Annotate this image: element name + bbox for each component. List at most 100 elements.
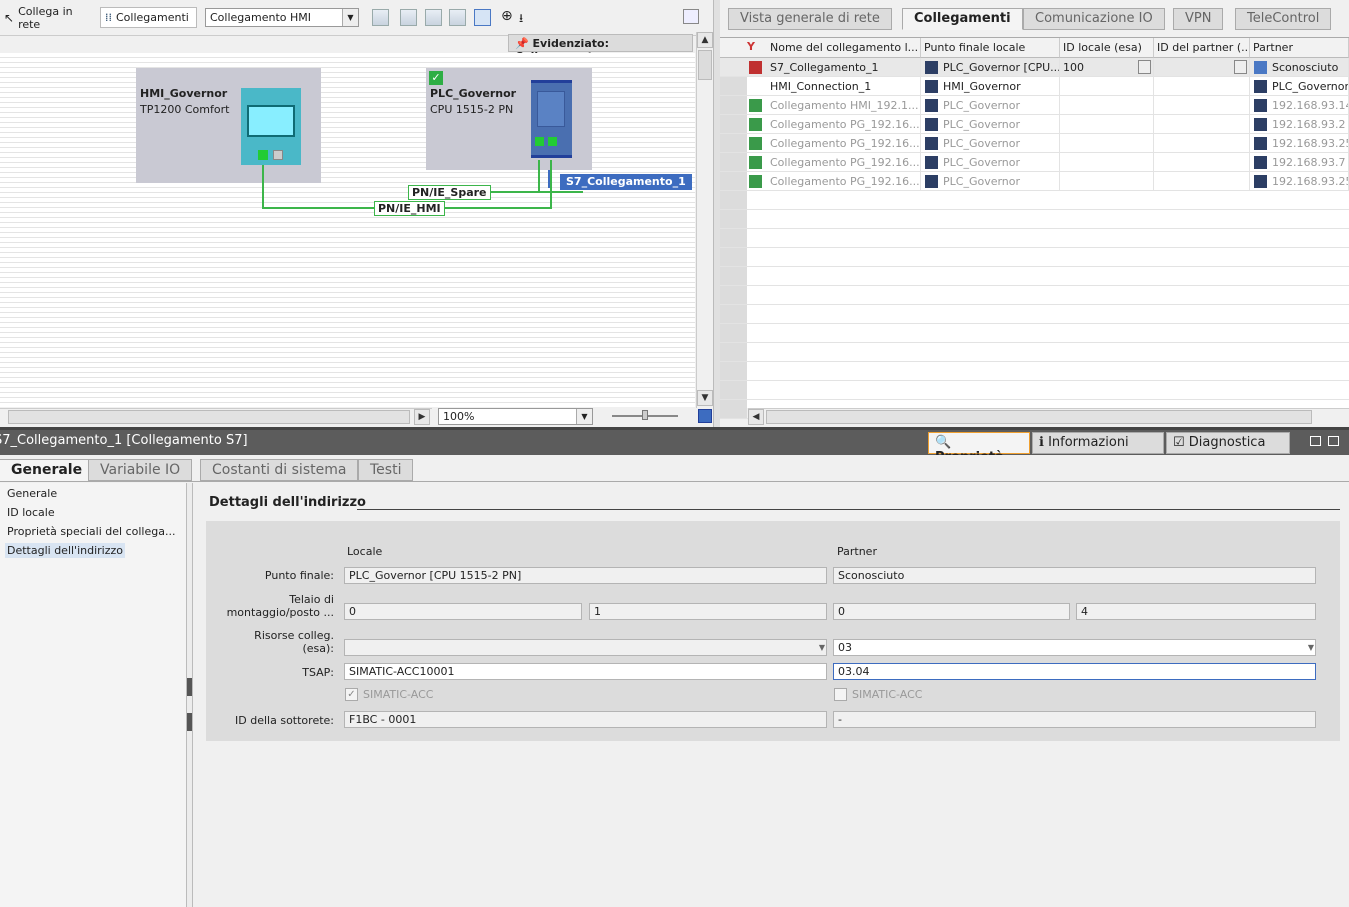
table-row[interactable] (720, 248, 1349, 267)
table-row[interactable] (720, 305, 1349, 324)
cell-name[interactable]: Collegamento PG_192.16... (767, 134, 921, 153)
cell-partner-id[interactable] (1154, 77, 1250, 96)
partner-rack-field: 0 (833, 603, 1070, 620)
network-label-spare[interactable]: PN/IE_Spare (408, 185, 491, 200)
connection-label[interactable]: S7_Collegamento_1 (560, 174, 692, 190)
table-row[interactable]: HMI_Connection_1 HMI_Governor PLC_Governor (720, 77, 1349, 96)
horizontal-scrollbar[interactable]: ▶ (0, 408, 432, 425)
table-row[interactable] (720, 267, 1349, 286)
device-icon (925, 61, 938, 74)
table-row[interactable]: Collegamento HMI_192.1... PLC_Governor 192… (720, 96, 1349, 115)
id-selector-icon[interactable] (1234, 60, 1247, 74)
table-row[interactable]: Collegamento PG_192.16... PLC_Governor 192… (720, 172, 1349, 191)
restore-window-icon[interactable] (1310, 436, 1321, 446)
cell-partner-id[interactable] (1154, 153, 1250, 172)
nav-local-id[interactable]: ID locale (5, 505, 57, 520)
cell-name[interactable]: Collegamento PG_192.16... (767, 115, 921, 134)
cell-name[interactable]: Collegamento PG_192.16... (767, 153, 921, 172)
cell-local-id[interactable] (1060, 96, 1154, 115)
table-row[interactable] (720, 210, 1349, 229)
cell-local-id[interactable] (1060, 134, 1154, 153)
partner-resources-select[interactable]: 03 ▼ (833, 639, 1316, 656)
cell-name[interactable]: HMI_Connection_1 (767, 77, 921, 96)
zoom-slider-thumb[interactable] (642, 410, 648, 420)
tab-vpn[interactable]: VPN (1173, 8, 1224, 30)
table-hscrollbar[interactable]: ◀ (748, 408, 1349, 425)
cell-local-endpoint[interactable]: PLC_Governor (921, 115, 1060, 134)
partner-simatic-checkbox[interactable] (834, 688, 847, 701)
local-simatic-checkbox[interactable]: ✓ (345, 688, 358, 701)
tab-connections[interactable]: Collegamenti (902, 8, 1023, 30)
scroll-down-icon[interactable]: ▼ (697, 390, 713, 406)
scroll-left-icon[interactable]: ◀ (748, 409, 764, 425)
vertical-scrollbar[interactable]: ▲ ▼ (696, 32, 713, 408)
hscroll-thumb[interactable] (8, 410, 410, 424)
table-header-partner-id[interactable]: ID del partner (... (1154, 38, 1250, 58)
cell-local-id[interactable] (1060, 115, 1154, 134)
local-resources-select[interactable]: ▼ (344, 639, 827, 656)
partner-tsap-field[interactable]: 03.04 (833, 663, 1316, 680)
splitter[interactable] (713, 0, 720, 428)
table-row[interactable]: Collegamento PG_192.16... PLC_Governor 192… (720, 153, 1349, 172)
device-icon (1254, 137, 1267, 150)
nav-general[interactable]: Generale (5, 486, 59, 501)
zoom-select[interactable]: 100% ▼ (438, 408, 593, 425)
table-header-local-id[interactable]: ID locale (esa) (1060, 38, 1154, 58)
table-row[interactable]: Collegamento PG_192.16... PLC_Governor 192… (720, 115, 1349, 134)
cell-name[interactable]: Collegamento PG_192.16... (767, 172, 921, 191)
collapse-right-icon[interactable] (187, 713, 192, 731)
table-row[interactable]: S7_Collegamento_1 PLC_Governor [CPU... 100… (720, 58, 1349, 77)
cell-local-endpoint[interactable]: PLC_Governor (921, 96, 1060, 115)
cell-partner-id[interactable] (1154, 172, 1250, 191)
table-row[interactable] (720, 286, 1349, 305)
nav-special-props[interactable]: Proprietà speciali del collega... (5, 524, 177, 539)
cell-name[interactable]: S7_Collegamento_1 (767, 58, 921, 77)
cell-partner-id[interactable] (1154, 134, 1250, 153)
label-resources-line2: (esa): (302, 642, 334, 655)
table-header-local-endpoint[interactable]: Punto finale locale (921, 38, 1060, 58)
cell-local-endpoint[interactable]: PLC_Governor (921, 134, 1060, 153)
tab-network-overview[interactable]: Vista generale di rete (728, 8, 892, 30)
cell-partner-id[interactable] (1154, 115, 1250, 134)
cell-name[interactable]: Collegamento HMI_192.1... (767, 96, 921, 115)
tab-system-constants[interactable]: Costanti di sistema (200, 459, 359, 481)
table-header-partner[interactable]: Partner (1250, 38, 1349, 58)
filter-icon: Y (747, 40, 755, 53)
cell-local-endpoint[interactable]: PLC_Governor (921, 172, 1060, 191)
collapse-left-icon[interactable] (187, 678, 192, 696)
table-row[interactable] (720, 191, 1349, 210)
scroll-up-icon[interactable]: ▲ (697, 32, 713, 48)
cell-local-endpoint[interactable]: PLC_Governor (921, 153, 1060, 172)
id-selector-icon[interactable] (1138, 60, 1151, 74)
scroll-right-icon[interactable]: ▶ (414, 409, 430, 425)
overview-nav-icon[interactable] (698, 409, 712, 423)
network-label-hmi[interactable]: PN/IE_HMI (374, 201, 445, 216)
partner-subnet-field: - (833, 711, 1316, 728)
tab-io-communication[interactable]: Comunicazione IO (1023, 8, 1165, 30)
tab-general[interactable]: Generale (0, 459, 95, 481)
maximize-window-icon[interactable] (1328, 436, 1339, 446)
nav-address-details[interactable]: Dettagli dell'indirizzo (5, 543, 126, 558)
table-row[interactable] (720, 324, 1349, 343)
cell-local-endpoint[interactable]: PLC_Governor [CPU... (921, 58, 1060, 77)
table-row[interactable] (720, 362, 1349, 381)
table-header-name[interactable]: Nome del collegamento l... (767, 38, 921, 58)
cell-local-id[interactable] (1060, 77, 1154, 96)
table-row[interactable] (720, 229, 1349, 248)
cell-local-id[interactable] (1060, 172, 1154, 191)
table-row[interactable] (720, 343, 1349, 362)
cell-partner-id[interactable] (1154, 96, 1250, 115)
cell-local-id[interactable] (1060, 153, 1154, 172)
inspector-tab-properties[interactable]: 🔍 Proprietà (928, 432, 1030, 465)
table-row[interactable] (720, 381, 1349, 400)
table-hscroll-thumb[interactable] (766, 410, 1312, 424)
tab-telecontrol[interactable]: TeleControl (1235, 8, 1332, 30)
tab-io-variables[interactable]: Variabile IO (88, 459, 193, 481)
table-row[interactable]: Collegamento PG_192.16... PLC_Governor 192… (720, 134, 1349, 153)
inspector-tab-info[interactable]: ℹ Informazioni (1032, 432, 1164, 454)
cell-local-endpoint[interactable]: HMI_Governor (921, 77, 1060, 96)
tab-texts[interactable]: Testi (358, 459, 414, 481)
local-tsap-field[interactable]: SIMATIC-ACC10001 (344, 663, 827, 680)
scroll-thumb[interactable] (698, 50, 712, 80)
inspector-tab-diagnostics[interactable]: ☑ Diagnostica (1166, 432, 1290, 454)
